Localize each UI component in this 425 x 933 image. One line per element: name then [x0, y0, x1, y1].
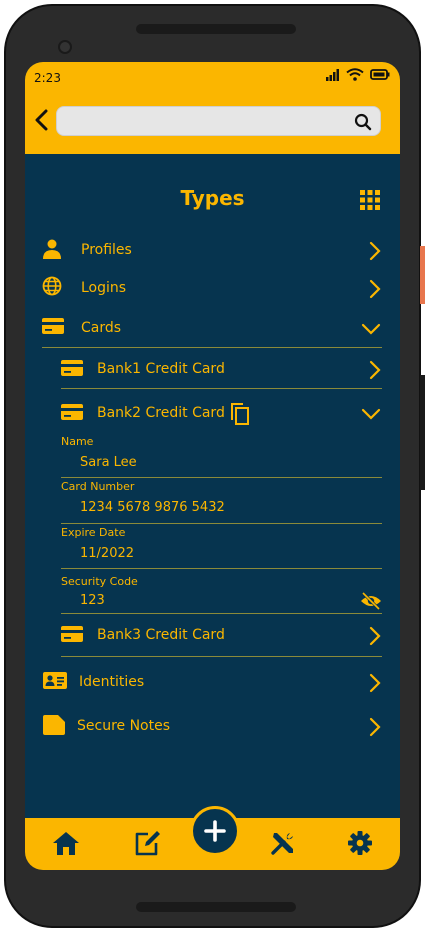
home-icon[interactable]	[52, 830, 80, 856]
field-value-security-code[interactable]: 123	[80, 593, 105, 608]
field-label-name: Name	[61, 435, 94, 448]
chevron-right-icon[interactable]	[368, 360, 382, 380]
category-label: Profiles	[81, 242, 132, 258]
divider	[61, 656, 382, 657]
divider	[61, 388, 382, 389]
category-identities[interactable]: Identities	[25, 669, 400, 699]
category-label: Secure Notes	[77, 718, 171, 734]
add-button[interactable]	[190, 806, 240, 856]
category-label: Cards	[81, 320, 122, 336]
credit-card-icon	[61, 404, 83, 420]
card-item-bank1[interactable]: Bank1 Credit Card	[25, 356, 400, 386]
search-icon[interactable]	[354, 113, 372, 131]
wifi-icon	[346, 68, 364, 81]
field-value-expire-date[interactable]: 11/2022	[80, 546, 134, 561]
grid-view-icon[interactable]	[359, 189, 381, 211]
card-item-bank3[interactable]: Bank3 Credit Card	[25, 622, 400, 652]
category-profiles[interactable]: Profiles	[25, 237, 400, 267]
card-label: Bank2 Credit Card	[97, 405, 225, 421]
chevron-right-icon[interactable]	[368, 717, 382, 737]
copy-icon[interactable]	[230, 402, 250, 426]
globe-icon	[42, 276, 62, 296]
signal-icon	[326, 68, 339, 81]
back-icon[interactable]	[32, 108, 52, 132]
search-input[interactable]	[67, 111, 337, 133]
status-icons	[326, 68, 390, 81]
field-value-name[interactable]: Sara Lee	[80, 455, 137, 470]
side-button	[420, 375, 425, 490]
field-underline	[61, 568, 382, 569]
add-icon	[204, 820, 226, 842]
edit-icon[interactable]	[134, 830, 162, 856]
category-logins[interactable]: Logins	[25, 275, 400, 305]
page-title: Types	[180, 186, 245, 210]
field-underline	[61, 523, 382, 524]
person-icon	[43, 239, 61, 259]
camera	[58, 40, 72, 54]
chevron-right-icon[interactable]	[368, 279, 382, 299]
category-label: Logins	[81, 280, 127, 296]
tools-icon[interactable]	[270, 830, 296, 856]
credit-card-icon	[61, 626, 83, 642]
category-secure-notes[interactable]: Secure Notes	[25, 713, 400, 743]
id-card-icon	[43, 672, 67, 689]
field-label-expire-date: Expire Date	[61, 526, 126, 539]
search-bar[interactable]	[56, 106, 381, 136]
app-bar: 2:23	[25, 62, 400, 154]
visibility-off-icon[interactable]	[360, 592, 382, 610]
app-screen: 2:23 Types Profiles Logins Cards Bank1 C…	[25, 62, 400, 870]
chevron-right-icon[interactable]	[368, 241, 382, 261]
chevron-down-icon[interactable]	[361, 322, 381, 336]
speaker-bar	[136, 24, 296, 34]
card-label: Bank1 Credit Card	[97, 361, 225, 377]
field-label-security-code: Security Code	[61, 575, 138, 588]
battery-icon	[370, 69, 390, 80]
credit-card-icon	[42, 318, 64, 334]
field-value-card-number[interactable]: 1234 5678 9876 5432	[80, 500, 225, 515]
chevron-down-icon[interactable]	[361, 407, 381, 421]
chevron-right-icon[interactable]	[368, 626, 382, 646]
settings-icon[interactable]	[347, 830, 373, 856]
category-label: Identities	[79, 674, 145, 690]
card-item-bank2[interactable]: Bank2 Credit Card	[25, 400, 400, 430]
field-underline	[61, 477, 382, 478]
side-button	[420, 246, 425, 304]
divider	[42, 347, 382, 348]
card-label: Bank3 Credit Card	[97, 627, 225, 643]
field-label-card-number: Card Number	[61, 480, 135, 493]
category-cards[interactable]: Cards	[25, 315, 400, 345]
credit-card-icon	[61, 360, 83, 376]
home-indicator	[136, 902, 296, 912]
chevron-right-icon[interactable]	[368, 673, 382, 693]
field-underline	[61, 613, 382, 614]
status-time: 2:23	[34, 71, 61, 85]
note-icon	[43, 715, 65, 735]
